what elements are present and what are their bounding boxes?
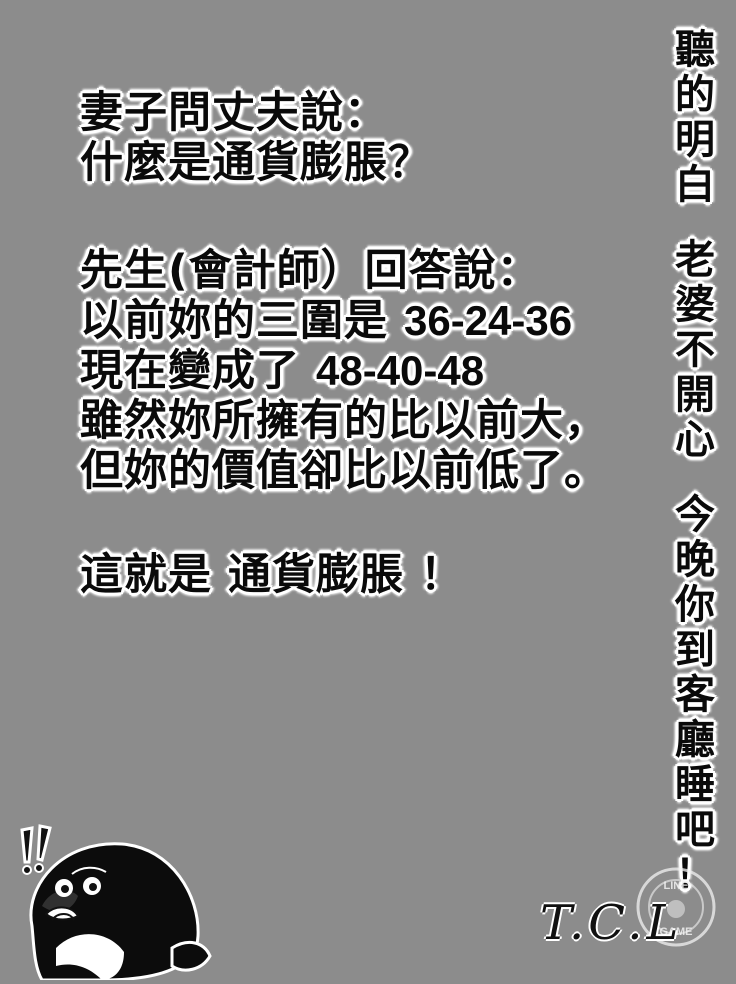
stamp-top-text: LINE — [663, 880, 688, 892]
vertical-char: 晚 — [675, 537, 715, 583]
vertical-char: 的 — [675, 72, 715, 118]
vertical-char: 吧 — [675, 807, 715, 853]
vertical-char: 到 — [675, 627, 715, 673]
double-exclamation-icon — [20, 824, 52, 875]
vertical-char: 老 — [675, 237, 715, 283]
text-line-question: 什麼是通貨膨脹？ — [80, 138, 432, 188]
after-measurements-label: 現在變成了 — [80, 346, 316, 396]
vertical-char: 心 — [675, 417, 715, 463]
vertical-char: 明 — [675, 117, 715, 163]
vertical-char: 不 — [675, 327, 715, 373]
text-line-after-measurements: 現在變成了 48-40-48 — [80, 346, 670, 396]
vertical-char: 白 — [675, 162, 715, 208]
vertical-char: 廳 — [675, 717, 715, 763]
text-line-answer-intro: 先生(會計師）回答說： — [80, 246, 541, 296]
vertical-char: 你 — [675, 582, 715, 628]
vertical-char: 客 — [675, 672, 715, 718]
vertical-side-text: 聽 的 明 白 老 婆 不 開 心 今 晚 你 到 客 廳 睡 吧 ！ — [672, 28, 718, 898]
surprised-penguin-icon — [12, 816, 212, 984]
before-measurements-value: 36-24-36 — [403, 297, 573, 344]
text-line-before-measurements: 以前妳的三圍是 36-24-36 — [80, 296, 670, 346]
after-measurements-value: 48-40-48 — [315, 347, 485, 394]
before-measurements-label: 以前妳的三圍是 — [80, 296, 404, 346]
vertical-char: 聽 — [675, 27, 715, 73]
main-text-block: 妻子問丈夫說： 什麼是通貨膨脹？ 先生(會計師）回答說： 以前妳的三圍是 36-… — [80, 88, 670, 600]
vertical-char: 今 — [675, 492, 715, 538]
vertical-char: 開 — [675, 372, 715, 418]
text-line-punchline: 這就是 通貨膨脹 ！ — [80, 550, 464, 600]
text-line-question-intro: 妻子問丈夫說： — [80, 88, 388, 138]
signature: T.C.L — [540, 895, 683, 951]
vertical-char: 婆 — [675, 282, 715, 328]
text-line-lower-value: 但妳的價值卻比以前低了。 — [80, 446, 608, 496]
vertical-char: 睡 — [675, 762, 715, 808]
text-line-bigger: 雖然妳所擁有的比以前大， — [80, 396, 608, 446]
